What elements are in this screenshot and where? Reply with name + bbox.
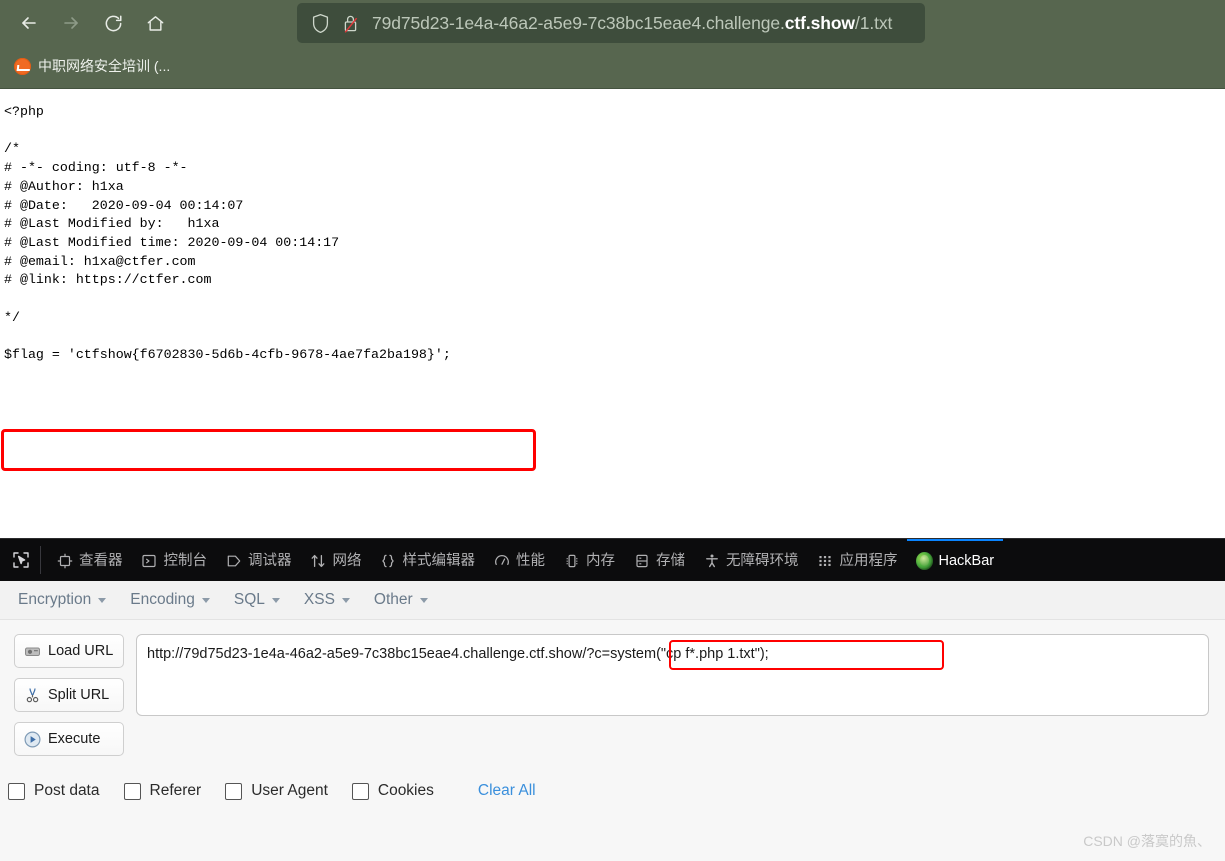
element-picker-icon[interactable] xyxy=(6,546,41,574)
tab-style-editor[interactable]: 样式编辑器 xyxy=(371,539,485,581)
url-prefix: 79d75d23-1e4a-46a2-a5e9-7c38bc15eae4.cha… xyxy=(372,12,785,33)
inspector-icon xyxy=(56,553,73,570)
firefox-logo-icon xyxy=(915,552,933,570)
execute-label: Execute xyxy=(48,731,101,747)
menu-encryption[interactable]: Encryption xyxy=(18,591,107,609)
split-url-button[interactable]: Split URL xyxy=(14,678,124,712)
hackbar-action-buttons: Load URL Split URL Execute xyxy=(14,634,124,756)
checkbox-post-data[interactable]: Post data xyxy=(8,782,100,800)
menu-sql-label: SQL xyxy=(233,591,265,608)
chevron-down-icon xyxy=(271,597,280,603)
memory-icon xyxy=(563,553,580,570)
tab-console-label: 控制台 xyxy=(163,552,208,569)
checkbox-user-agent-label: User Agent xyxy=(251,782,328,799)
chevron-down-icon xyxy=(419,597,428,603)
tab-hackbar[interactable]: HackBar xyxy=(906,539,1004,581)
tab-console[interactable]: 控制台 xyxy=(132,539,217,581)
hackbar-body: Load URL Split URL Execute http://79d75d… xyxy=(0,620,1225,756)
bookmark-label: 中职网络安全培训 (... xyxy=(38,58,171,74)
page-content: <?php /* # -*- coding: utf-8 -*- # @Auth… xyxy=(0,88,1225,538)
tab-memory[interactable]: 内存 xyxy=(554,539,624,581)
load-url-button[interactable]: Load URL xyxy=(14,634,124,668)
flag-highlight-box xyxy=(1,429,536,471)
checkbox-box[interactable] xyxy=(225,782,243,800)
execute-button[interactable]: Execute xyxy=(14,722,124,756)
bookmarks-bar: 中职网络安全培训 (... xyxy=(0,46,1225,86)
menu-xss-label: XSS xyxy=(303,591,335,608)
orange-pulse-icon xyxy=(14,57,31,75)
checkbox-referer[interactable]: Referer xyxy=(123,782,202,800)
load-url-label: Load URL xyxy=(48,643,114,659)
split-url-label: Split URL xyxy=(48,687,110,703)
tab-performance[interactable]: 性能 xyxy=(484,539,554,581)
checkbox-post-data-label: Post data xyxy=(34,782,100,799)
split-url-icon xyxy=(23,686,41,704)
shield-icon xyxy=(311,13,330,34)
menu-encoding[interactable]: Encoding xyxy=(130,591,210,609)
checkbox-referer-label: Referer xyxy=(149,782,202,799)
menu-sql[interactable]: SQL xyxy=(234,591,280,609)
lock-crossed-icon xyxy=(342,13,359,34)
checkbox-box[interactable] xyxy=(351,782,369,800)
chevron-down-icon xyxy=(98,597,107,603)
hackbar-menubar: Encryption Encoding SQL XSS Other xyxy=(0,581,1225,620)
console-icon xyxy=(141,553,158,570)
storage-icon xyxy=(633,553,650,570)
accessibility-icon xyxy=(703,553,720,570)
checkbox-cookies-label: Cookies xyxy=(377,782,434,799)
url-text: 79d75d23-1e4a-46a2-a5e9-7c38bc15eae4.cha… xyxy=(372,13,892,34)
clear-all-link[interactable]: Clear All xyxy=(478,782,536,800)
load-url-icon xyxy=(23,642,41,660)
forward-button[interactable] xyxy=(52,4,90,42)
checkbox-user-agent[interactable]: User Agent xyxy=(225,782,328,800)
tab-style-editor-label: 样式编辑器 xyxy=(402,552,476,569)
checkbox-box[interactable] xyxy=(8,782,25,800)
execute-icon xyxy=(23,730,41,748)
url-input[interactable]: http://79d75d23-1e4a-46a2-a5e9-7c38bc15e… xyxy=(136,634,1209,716)
tab-debugger-label: 调试器 xyxy=(248,552,292,569)
tab-application[interactable]: 应用程序 xyxy=(808,539,907,581)
tab-accessibility[interactable]: 无障碍环境 xyxy=(694,539,808,581)
chevron-down-icon xyxy=(201,597,210,603)
menu-encryption-label: Encryption xyxy=(18,591,92,608)
back-button[interactable] xyxy=(10,4,48,42)
tab-network[interactable]: 网络 xyxy=(301,539,371,581)
url-bar[interactable]: 79d75d23-1e4a-46a2-a5e9-7c38bc15eae4.cha… xyxy=(297,3,925,43)
style-editor-icon xyxy=(380,553,397,570)
application-icon xyxy=(817,553,834,570)
tab-memory-label: 内存 xyxy=(586,552,615,569)
tab-inspector[interactable]: 查看器 xyxy=(47,539,132,581)
hackbar-url-area: http://79d75d23-1e4a-46a2-a5e9-7c38bc15e… xyxy=(136,634,1209,756)
tab-accessibility-label: 无障碍环境 xyxy=(726,552,799,569)
menu-encoding-label: Encoding xyxy=(130,591,195,608)
home-button[interactable] xyxy=(136,4,174,42)
checkbox-box[interactable] xyxy=(123,782,141,800)
reload-button[interactable] xyxy=(94,4,132,42)
chevron-down-icon xyxy=(341,597,350,603)
hackbar-panel: Encryption Encoding SQL XSS Other Load U… xyxy=(0,581,1225,861)
menu-other-label: Other xyxy=(373,591,413,608)
tab-storage[interactable]: 存储 xyxy=(624,539,694,581)
bookmark-item[interactable]: 中职网络安全培训 (... xyxy=(8,53,176,79)
tab-application-label: 应用程序 xyxy=(839,552,898,569)
tab-debugger[interactable]: 调试器 xyxy=(216,539,301,581)
url-path: /1.txt xyxy=(854,12,893,33)
php-source-code: <?php /* # -*- coding: utf-8 -*- # @Auth… xyxy=(4,104,451,363)
tab-performance-label: 性能 xyxy=(516,552,545,569)
browser-chrome: 79d75d23-1e4a-46a2-a5e9-7c38bc15eae4.cha… xyxy=(0,0,1225,88)
checkbox-cookies[interactable]: Cookies xyxy=(351,782,434,800)
url-host: ctf.show xyxy=(784,12,855,33)
tab-hackbar-label: HackBar xyxy=(938,552,995,569)
performance-icon xyxy=(493,553,510,570)
menu-other[interactable]: Other xyxy=(374,591,428,609)
csdn-watermark: CSDN @落寞的魚、 xyxy=(1083,833,1211,849)
debugger-icon xyxy=(225,553,242,570)
tab-storage-label: 存储 xyxy=(656,552,685,569)
tab-inspector-label: 查看器 xyxy=(79,552,123,569)
devtools-toolbar: 查看器 控制台 调试器 网络 样式编辑器 性能 内存 存储 无障碍环境 应用程序… xyxy=(0,538,1225,581)
tab-network-label: 网络 xyxy=(332,552,362,569)
network-icon xyxy=(310,553,327,570)
hackbar-options-row: Post data Referer User Agent Cookies Cle… xyxy=(0,782,1225,800)
menu-xss[interactable]: XSS xyxy=(304,591,350,609)
